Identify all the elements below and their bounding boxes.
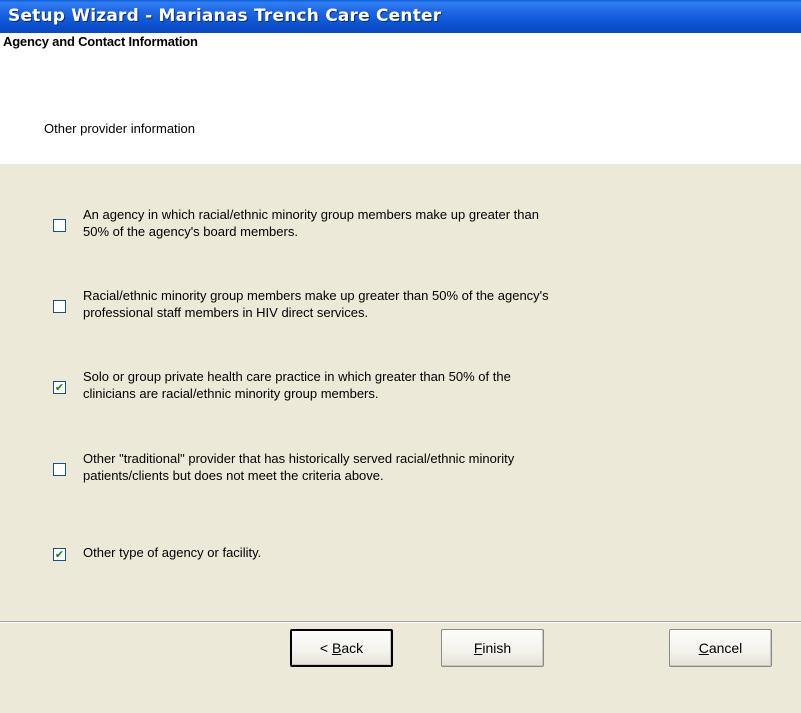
traditional-provider-checkbox[interactable] [53, 463, 66, 476]
option-label: Other type of agency or facility. [83, 545, 262, 560]
option-other-agency[interactable]: ✔ Other type of agency or facility. [53, 544, 723, 561]
wizard-header: Agency and Contact Information Other pro… [0, 33, 801, 164]
check-mark-icon: ✔ [54, 381, 65, 394]
title-bar[interactable]: Setup Wizard - Marianas Trench Care Cent… [0, 0, 801, 33]
page-subheading: Other provider information [44, 121, 196, 136]
finish-button[interactable]: Finish [441, 629, 544, 667]
check-mark-icon [54, 301, 65, 312]
check-mark-icon: ✔ [54, 548, 65, 561]
professional-staff-checkbox[interactable] [53, 300, 66, 313]
option-board-members[interactable]: An agency in which racial/ethnic minorit… [53, 206, 723, 240]
page-heading: Agency and Contact Information [3, 34, 198, 49]
check-mark-icon [54, 220, 65, 231]
button-row: < Back Finish Cancel [0, 629, 801, 713]
option-label: An agency in which racial/ethnic minorit… [83, 207, 539, 239]
window-title: Setup Wizard - Marianas Trench Care Cent… [8, 6, 442, 26]
option-private-practice[interactable]: ✔ Solo or group private health care prac… [53, 368, 723, 402]
other-agency-checkbox[interactable]: ✔ [53, 548, 66, 561]
wizard-content: An agency in which racial/ethnic minorit… [0, 164, 801, 621]
back-button[interactable]: < Back [290, 629, 393, 667]
back-button-label: < Back [319, 640, 364, 656]
option-label: Other "traditional" provider that has hi… [83, 451, 515, 483]
finish-button-label: Finish [473, 640, 512, 656]
button-separator [0, 621, 801, 623]
cancel-button[interactable]: Cancel [669, 629, 772, 667]
cancel-button-label: Cancel [698, 640, 743, 656]
option-traditional-provider[interactable]: Other "traditional" provider that has hi… [53, 450, 723, 484]
private-practice-checkbox[interactable]: ✔ [53, 381, 66, 394]
option-label: Racial/ethnic minority group members mak… [83, 288, 549, 320]
board-members-checkbox[interactable] [53, 219, 66, 232]
check-mark-icon [54, 464, 65, 475]
option-professional-staff[interactable]: Racial/ethnic minority group members mak… [53, 287, 723, 321]
option-label: Solo or group private health care practi… [83, 369, 511, 401]
